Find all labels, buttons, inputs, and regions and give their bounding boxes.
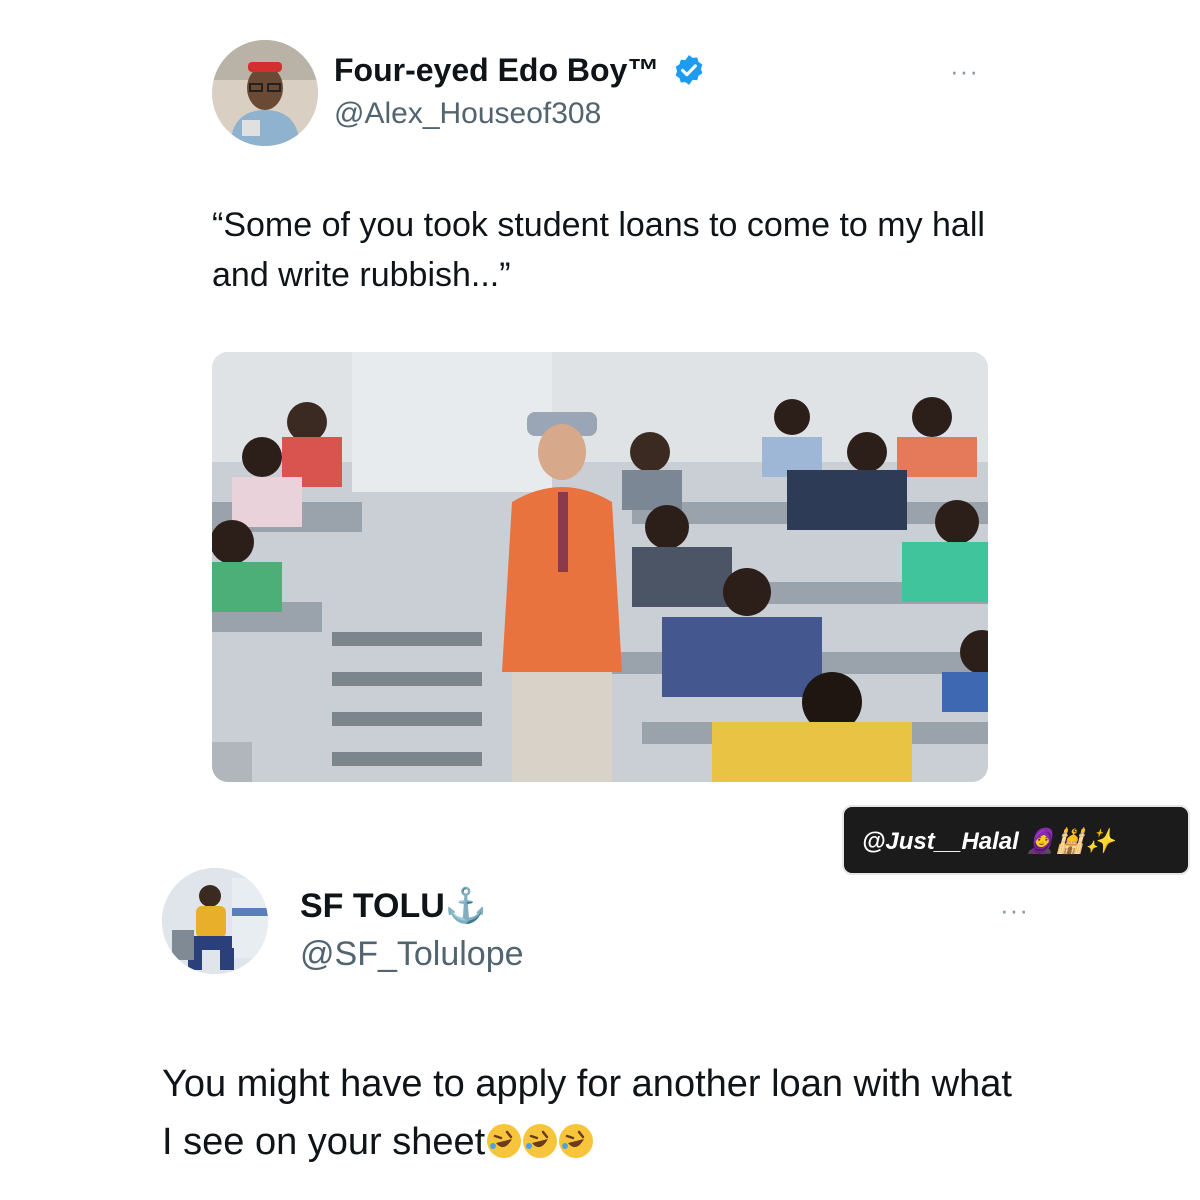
tweet-text: You might have to apply for another loan… [162, 1055, 1022, 1171]
watermark-badge: @Just__Halal 🧕🕌✨ [842, 805, 1190, 875]
more-options-icon[interactable]: ··· [1000, 895, 1029, 926]
display-name-text: Four-eyed Edo Boy™ [334, 52, 660, 88]
watermark-text: @Just__Halal 🧕🕌✨ [862, 828, 1116, 855]
avatar-photo-icon [162, 868, 268, 974]
tweet-image[interactable] [212, 352, 988, 782]
rolling-on-floor-laughing-icon [559, 1124, 594, 1158]
tweet-text: “Some of you took student loans to come … [212, 206, 985, 294]
rolling-on-floor-laughing-icon [487, 1124, 522, 1158]
handle[interactable]: @Alex_Houseof308 [334, 97, 601, 131]
handle[interactable]: @SF_Tolulope [300, 935, 524, 974]
display-name[interactable]: SF TOLU⚓ [300, 886, 487, 926]
avatar[interactable] [162, 868, 268, 974]
classroom-photo-icon [212, 352, 988, 782]
more-options-icon[interactable]: ··· [950, 56, 979, 87]
avatar[interactable] [212, 40, 318, 146]
avatar-photo-icon [212, 40, 318, 146]
display-name[interactable]: Four-eyed Edo Boy™ [334, 52, 706, 89]
rolling-on-floor-laughing-icon [523, 1124, 558, 1158]
verified-badge-icon [675, 55, 703, 85]
